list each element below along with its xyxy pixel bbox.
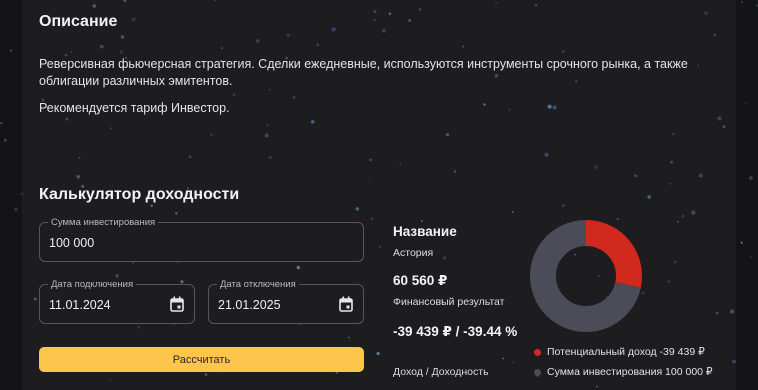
start-date-label: Дата подключения <box>48 279 137 291</box>
income-donut-chart <box>530 220 642 332</box>
financial-result-label: Финансовый результат <box>393 296 505 308</box>
legend-investment-label: Сумма инвестирования 100 000 ₽ <box>547 366 713 378</box>
result-name-value: Астория <box>393 247 434 259</box>
start-date-value: 11.01.2024 <box>49 298 111 312</box>
tariff-recommendation: Рекомендуется тариф Инвестор. <box>39 101 230 115</box>
description-text: Реверсивная фьючерсная стратегия. Сделки… <box>39 57 688 88</box>
financial-result-value: 60 560 ₽ <box>393 273 448 288</box>
income-yield-label: Доход / Доходность <box>393 366 489 378</box>
investment-amount-label: Сумма инвестирования <box>48 217 159 229</box>
result-name-title: Название <box>393 224 457 239</box>
legend-item-investment: Сумма инвестирования 100 000 ₽ <box>534 366 713 378</box>
legend-income-swatch <box>534 348 541 356</box>
investment-amount-value: 100 000 <box>49 236 95 250</box>
end-date-value: 21.01.2025 <box>218 298 281 312</box>
description-title: Описание <box>39 13 118 30</box>
left-gutter <box>0 0 22 390</box>
investment-amount-field[interactable]: Сумма инвестирования 100 000 <box>39 217 364 262</box>
calculator-title: Калькулятор доходности <box>39 186 240 203</box>
end-date-label: Дата отключения <box>217 279 299 291</box>
legend-investment-swatch <box>534 368 541 376</box>
legend-income-label: Потенциальный доход -39 439 ₽ <box>547 346 705 358</box>
end-date-field[interactable]: Дата отключения 21.01.2025 <box>208 279 364 324</box>
start-date-field[interactable]: Дата подключения 11.01.2024 <box>39 279 195 324</box>
calendar-icon[interactable] <box>170 296 184 312</box>
legend-item-income: Потенциальный доход -39 439 ₽ <box>534 346 705 358</box>
calendar-icon[interactable] <box>339 296 353 312</box>
income-yield-value: -39 439 ₽ / -39.44 % <box>393 324 518 339</box>
calculate-button[interactable]: Рассчитать <box>39 347 364 372</box>
right-gutter <box>736 0 758 390</box>
